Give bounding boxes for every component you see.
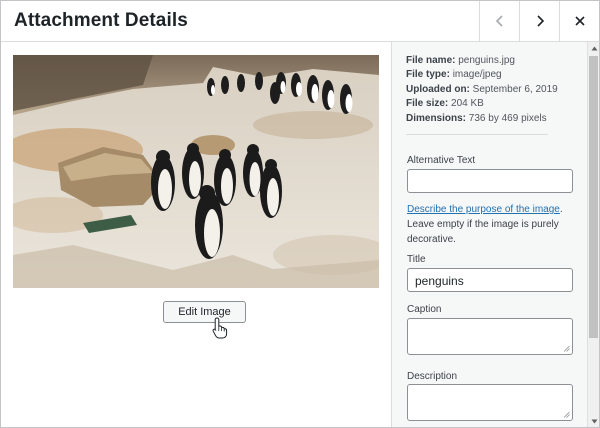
arrow-down-icon xyxy=(591,419,597,423)
scroll-thumb[interactable] xyxy=(589,56,598,338)
file-name-label: File name: xyxy=(406,55,456,66)
describe-purpose-link[interactable]: Describe the purpose of the image xyxy=(407,204,560,215)
modal-header: Attachment Details xyxy=(1,1,599,42)
file-type-label: File type: xyxy=(406,69,450,81)
file-size-label: File size: xyxy=(406,98,449,110)
attachment-metadata: File name: penguins.jpg File type: image… xyxy=(406,54,558,126)
next-button[interactable] xyxy=(519,1,559,41)
title-label: Title xyxy=(407,254,426,265)
caption-label: Caption xyxy=(407,304,442,315)
file-type-row: File type: image/jpeg xyxy=(406,68,558,82)
help-period: . xyxy=(559,204,563,215)
dimensions-row: Dimensions: 736 by 469 pixels xyxy=(406,112,558,126)
resize-handle-icon[interactable] xyxy=(563,411,570,418)
uploaded-row: Uploaded on: September 6, 2019 xyxy=(406,83,558,97)
caption-textarea[interactable] xyxy=(407,318,573,355)
file-type-value: image/jpeg xyxy=(452,69,502,81)
chevron-left-icon xyxy=(495,15,503,27)
title-value: penguins xyxy=(415,274,464,288)
description-textarea[interactable] xyxy=(407,384,573,421)
scroll-up-button[interactable] xyxy=(588,42,600,54)
alt-text-label: Alternative Text xyxy=(407,155,476,166)
attachment-image xyxy=(13,55,379,288)
title-input[interactable]: penguins xyxy=(407,268,573,292)
description-label: Description xyxy=(407,371,458,382)
attachment-details-modal: Attachment Details Edit Image File name:… xyxy=(0,0,600,428)
sidebar-scrollbar[interactable] xyxy=(587,42,599,427)
divider xyxy=(406,134,548,135)
file-size-value: 204 KB xyxy=(451,98,484,110)
scroll-down-button[interactable] xyxy=(588,415,600,427)
hand-pointer-icon xyxy=(212,317,228,339)
file-size-row: File size: 204 KB xyxy=(406,97,558,111)
arrow-up-icon xyxy=(591,46,597,50)
dimensions-label: Dimensions: xyxy=(406,112,467,124)
resize-handle-icon[interactable] xyxy=(563,345,570,352)
uploaded-value: September 6, 2019 xyxy=(472,83,558,95)
attachment-info-sidebar: File name: penguins.jpg File type: image… xyxy=(391,42,599,427)
file-name-row: File name: penguins.jpg xyxy=(406,54,558,68)
alt-text-help: Describe the purpose of the image. Leave… xyxy=(407,202,577,247)
alt-text-help-text: Leave empty if the image is purely decor… xyxy=(407,219,559,245)
close-button[interactable] xyxy=(559,1,599,41)
alt-text-input[interactable] xyxy=(407,169,573,193)
chevron-right-icon xyxy=(536,15,544,27)
uploaded-label: Uploaded on: xyxy=(406,83,470,95)
penguins-photo xyxy=(13,55,379,288)
attachment-media-view: Edit Image xyxy=(1,42,391,427)
close-icon xyxy=(574,16,585,26)
page-title: Attachment Details xyxy=(14,10,188,31)
dimensions-value: 736 by 469 pixels xyxy=(468,112,547,124)
edit-image-button[interactable]: Edit Image xyxy=(163,301,246,323)
file-name-value: penguins.jpg xyxy=(458,55,515,66)
previous-button[interactable] xyxy=(479,1,519,41)
